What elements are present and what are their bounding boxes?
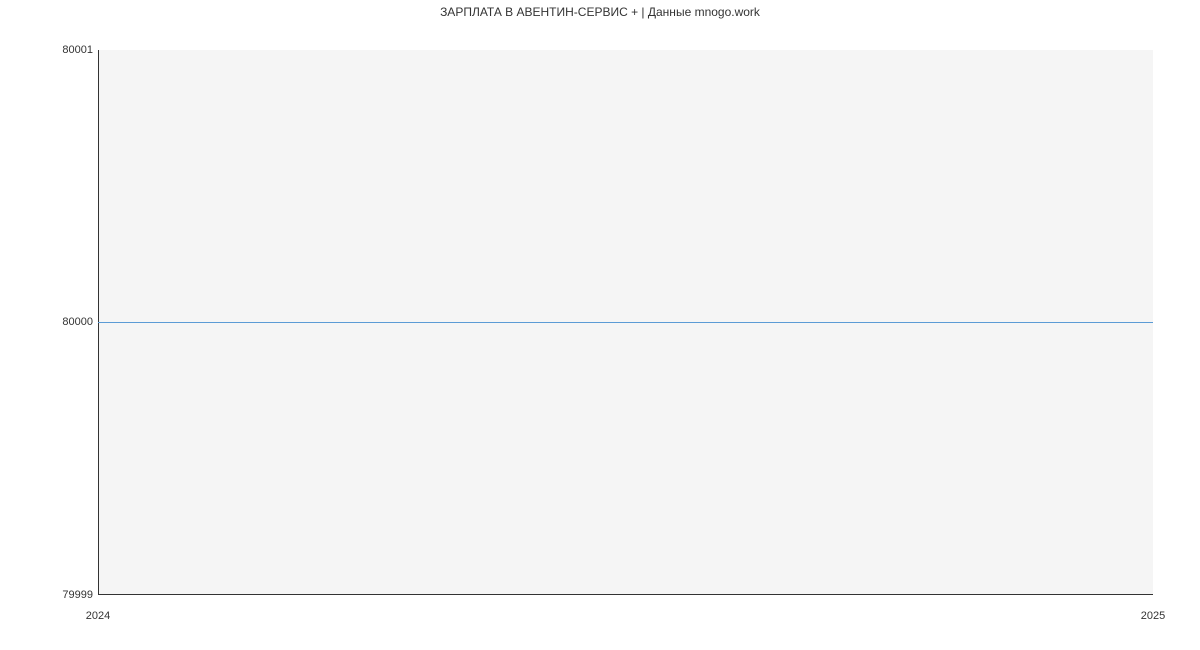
x-tick-label: 2024	[86, 610, 110, 622]
y-tick-label: 79999	[62, 589, 93, 601]
data-line	[98, 322, 1153, 323]
y-tick-label: 80001	[62, 44, 93, 56]
x-tick-label: 2025	[1141, 610, 1165, 622]
chart-container: ЗАРПЛАТА В АВЕНТИН-СЕРВИС + | Данные mno…	[0, 0, 1200, 650]
y-tick-label: 80000	[62, 316, 93, 328]
chart-title: ЗАРПЛАТА В АВЕНТИН-СЕРВИС + | Данные mno…	[0, 5, 1200, 19]
